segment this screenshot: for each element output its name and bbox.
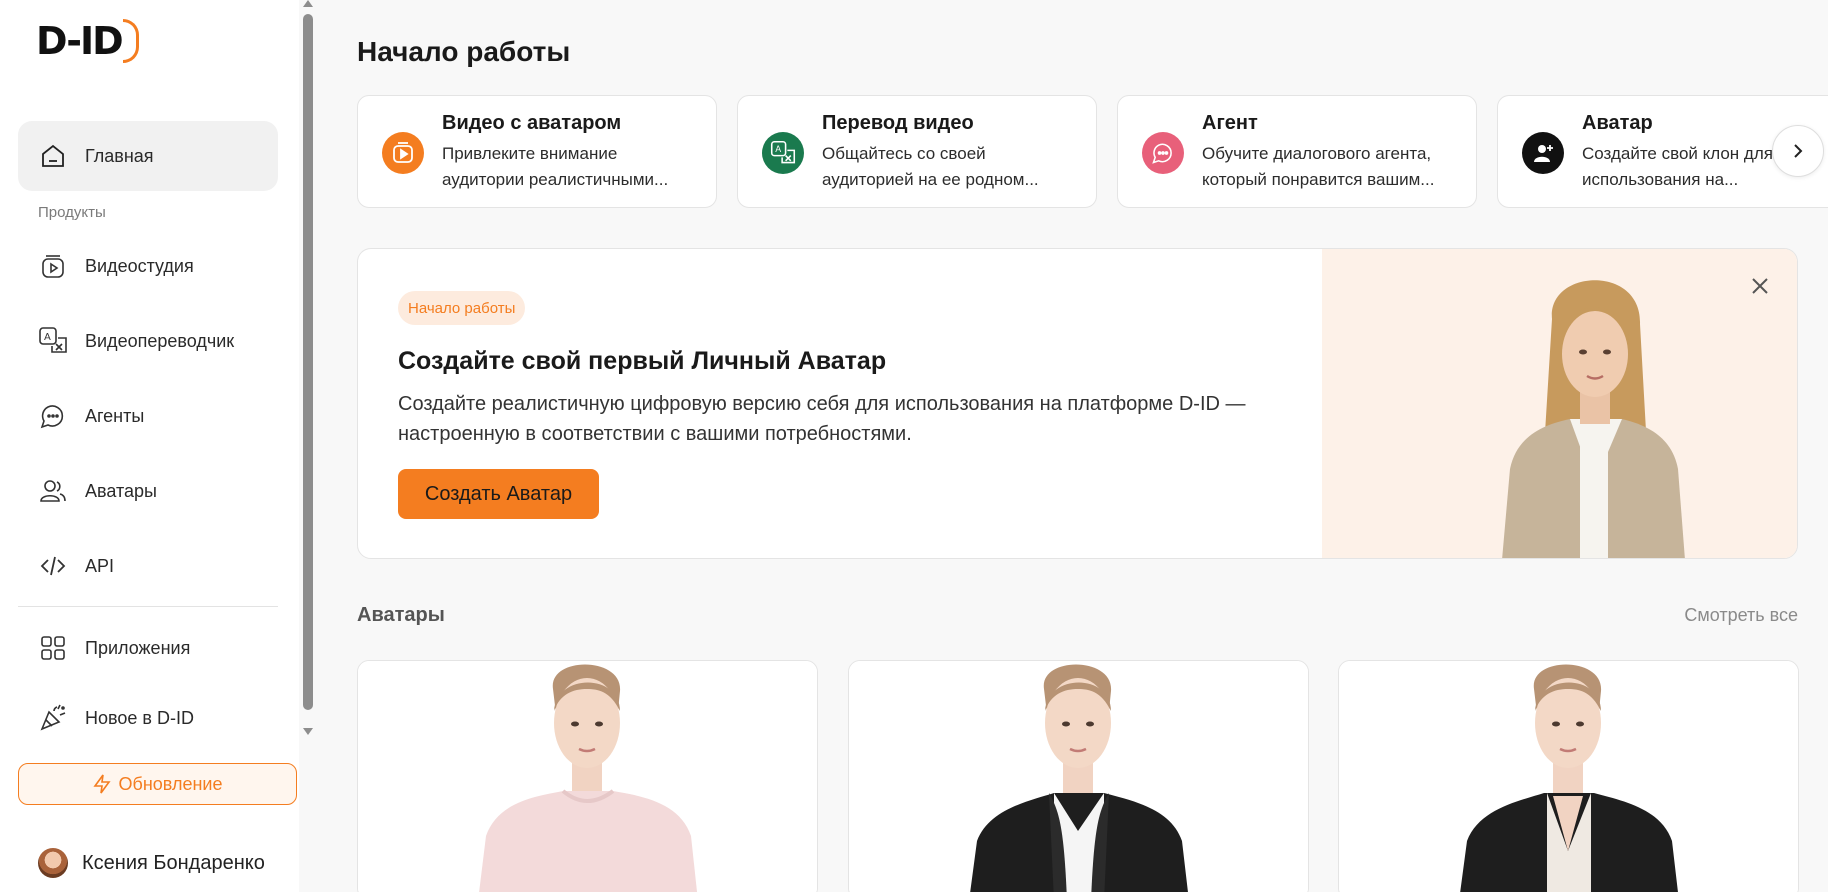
chevron-right-icon	[1790, 143, 1806, 159]
quick-card-desc: Привлеките внимание	[442, 144, 618, 163]
translate-icon: A	[762, 132, 804, 174]
avatar-image	[849, 661, 1308, 892]
sidebar: D-ID Главная Продукты Видеостудия A Виде…	[0, 0, 299, 892]
svg-text:A: A	[44, 332, 51, 343]
getting-started-badge: Начало работы	[398, 291, 526, 325]
video-studio-icon	[38, 251, 68, 281]
quick-card-agent[interactable]: Агент Обучите диалогового агента, которы…	[1117, 95, 1477, 208]
sidebar-item-api[interactable]: API	[18, 531, 278, 601]
avatar-card[interactable]	[357, 660, 818, 892]
quick-card-desc: Общайтесь со своей	[822, 144, 986, 163]
apps-grid-icon	[38, 633, 68, 663]
quick-card-desc: Создайте свой клон для	[1582, 144, 1773, 163]
sidebar-item-home[interactable]: Главная	[18, 121, 278, 191]
avatar-image	[1339, 661, 1798, 892]
sidebar-item-whats-new[interactable]: Новое в D-ID	[18, 683, 278, 753]
sidebar-item-label: Аватары	[85, 480, 157, 501]
sidebar-item-label: Видеостудия	[85, 255, 194, 276]
agent-chat-icon	[38, 401, 68, 431]
video-avatar-icon	[382, 132, 424, 174]
banner-avatar-image	[1322, 249, 1797, 558]
quick-card-desc: который понравится вашим...	[1202, 170, 1435, 189]
sidebar-item-label: API	[85, 555, 115, 576]
close-icon	[1751, 277, 1769, 295]
user-name: Ксения Бондаренко	[82, 851, 265, 874]
users-icon	[38, 476, 68, 506]
logo-arc-icon	[122, 19, 139, 63]
d-id-logo[interactable]: D-ID	[36, 16, 139, 66]
code-icon	[38, 551, 68, 581]
sidebar-item-agents[interactable]: Агенты	[18, 381, 278, 451]
user-profile[interactable]: Ксения Бондаренко	[38, 848, 265, 878]
upgrade-button[interactable]: Обновление	[18, 763, 297, 805]
upgrade-label: Обновление	[118, 773, 223, 794]
quick-card-desc: аудитории реалистичными...	[442, 170, 669, 189]
sidebar-item-video-studio[interactable]: Видеостудия	[18, 231, 278, 301]
scroll-down-arrow-icon[interactable]	[303, 728, 313, 735]
scroll-up-arrow-icon[interactable]	[303, 0, 313, 7]
quick-card-video-avatar[interactable]: Видео с аватаром Привлеките внимание ауд…	[357, 95, 717, 208]
user-plus-icon	[1522, 132, 1564, 174]
party-popper-icon	[38, 703, 68, 733]
avatar-card[interactable]	[1338, 660, 1799, 892]
sidebar-divider	[18, 606, 278, 607]
quick-card-title: Агент	[1202, 112, 1258, 134]
agent-chat-icon	[1142, 132, 1184, 174]
lightning-icon	[92, 774, 111, 794]
sidebar-item-label: Агенты	[85, 405, 145, 426]
quick-card-desc: Обучите диалогового агента,	[1202, 144, 1432, 163]
see-all-link[interactable]: Смотреть все	[1684, 605, 1798, 626]
svg-text:A: A	[775, 145, 781, 155]
scrollbar-thumb[interactable]	[303, 14, 313, 710]
sidebar-item-apps[interactable]: Приложения	[18, 613, 278, 683]
banner-close-button[interactable]	[1745, 271, 1775, 301]
avatars-section-title: Аватары	[357, 604, 445, 626]
create-avatar-banner: Начало работы Создайте свой первый Личны…	[357, 248, 1798, 559]
banner-description: Создайте реалистичную цифровую версию се…	[398, 393, 1246, 445]
sidebar-item-label: Видеопереводчик	[85, 330, 235, 351]
banner-title: Создайте свой первый Личный Аватар	[398, 347, 887, 375]
products-section-label: Продукты	[38, 204, 106, 221]
quick-card-title: Видео с аватаром	[442, 112, 622, 134]
avatar-image	[358, 661, 817, 892]
logo-text: D-ID	[36, 19, 124, 63]
sidebar-item-video-translator[interactable]: A Видеопереводчик	[18, 306, 278, 376]
create-avatar-button[interactable]: Создать Аватар	[398, 469, 599, 519]
sidebar-item-avatars[interactable]: Аватары	[18, 456, 278, 526]
avatar	[38, 848, 68, 878]
avatar-card[interactable]	[848, 660, 1309, 892]
quick-card-title: Аватар	[1582, 112, 1653, 134]
translate-icon: A	[38, 326, 68, 356]
quick-card-desc: использования на...	[1582, 170, 1739, 189]
sidebar-item-label: Приложения	[85, 637, 191, 658]
sidebar-item-label: Главная	[85, 145, 154, 166]
quick-card-title: Перевод видео	[822, 112, 974, 134]
carousel-next-button[interactable]	[1772, 125, 1824, 177]
quick-card-desc: аудиторией на ее родном...	[822, 170, 1039, 189]
quick-card-video-translate[interactable]: A Перевод видео Общайтесь со своей аудит…	[737, 95, 1097, 208]
page-title: Начало работы	[357, 36, 571, 67]
sidebar-scrollbar[interactable]	[301, 0, 315, 740]
home-icon	[38, 141, 68, 171]
sidebar-item-label: Новое в D-ID	[85, 707, 194, 728]
